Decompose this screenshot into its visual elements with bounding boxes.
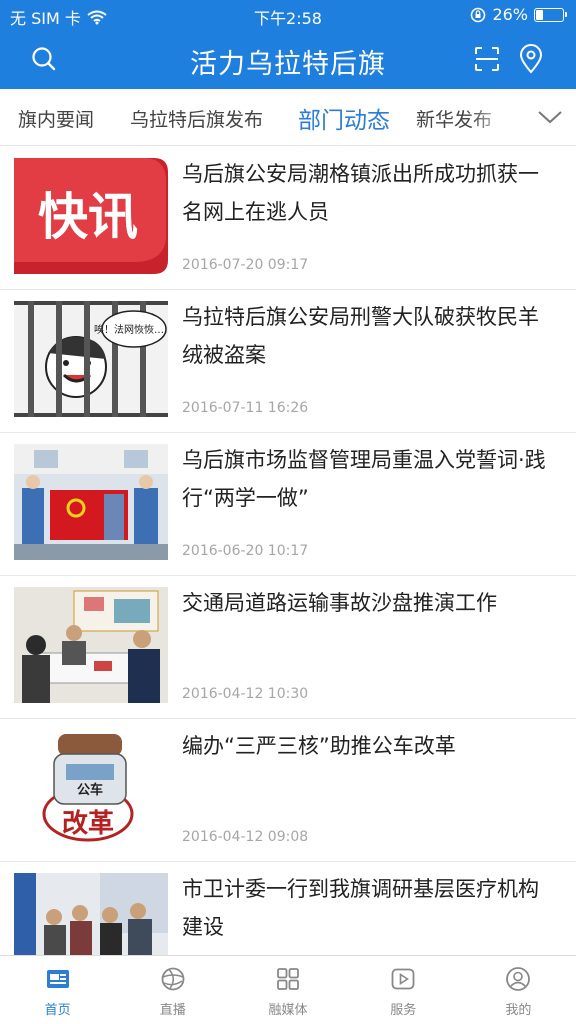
news-item[interactable]: 快讯 乌后旗公安局潮格镇派出所成功抓获一名网上在逃人员 2016-07-20 0… <box>0 147 576 290</box>
news-date: 2016-06-20 10:17 <box>182 543 309 559</box>
status-bar: 无 SIM 卡 下午2:58 26% <box>0 0 576 30</box>
news-title[interactable]: 乌拉特后旗公安局刑警大队破获牧民羊绒被盗案 <box>182 298 554 374</box>
scan-icon <box>475 47 499 71</box>
news-title[interactable]: 交通局道路运输事故沙盘推演工作 <box>182 584 554 622</box>
news-thumbnail <box>14 444 168 560</box>
nav-media[interactable]: 融媒体 <box>230 956 345 1024</box>
news-title[interactable]: 市卫计委一行到我旗调研基层医疗机构建设 <box>182 870 554 946</box>
nav-live[interactable]: 直播 <box>115 956 230 1024</box>
news-item[interactable]: 唉！法网恢恢…… 乌拉特后旗公安局刑警大队破获牧民羊绒被盗案 2016-07-1… <box>0 290 576 433</box>
scan-button[interactable] <box>472 44 502 74</box>
location-pin-icon <box>519 44 543 74</box>
thumbnail-reform-text: 改革 <box>62 808 114 839</box>
nav-services[interactable]: 服务 <box>346 956 461 1024</box>
tab-county-release[interactable]: 乌拉特后旗发布 <box>130 105 263 132</box>
more-tabs-button[interactable] <box>524 89 576 145</box>
nav-label: 服务 <box>390 1003 417 1018</box>
grid-icon <box>277 968 299 990</box>
thumbnail-speech-text: 唉！法网恢恢…… <box>94 323 168 336</box>
title-bar: 活力乌拉特后旗 <box>0 30 576 89</box>
news-title[interactable]: 乌后旗市场监督管理局重温入党誓词·践行“两学一做” <box>182 441 554 517</box>
news-list: 快讯 乌后旗公安局潮格镇派出所成功抓获一名网上在逃人员 2016-07-20 0… <box>0 147 576 955</box>
battery-percent: 26% <box>492 5 528 24</box>
bottom-nav: 首页 直播 融媒体 服务 我的 <box>0 955 576 1024</box>
app-screen: 无 SIM 卡 下午2:58 26% 活力乌拉特后旗 旗内要闻 乌拉特后旗发布 … <box>0 0 576 1024</box>
nav-label: 融媒体 <box>268 1003 308 1018</box>
home-news-icon <box>46 970 69 988</box>
news-date: 2016-04-12 09:08 <box>182 829 309 845</box>
nav-home[interactable]: 首页 <box>0 956 115 1024</box>
rotation-lock-icon <box>471 7 486 22</box>
news-date: 2016-07-11 16:26 <box>182 400 309 416</box>
news-item[interactable]: 乌后旗市场监督管理局重温入党誓词·践行“两学一做” 2016-06-20 10:… <box>0 433 576 576</box>
news-date: 2016-04-12 10:30 <box>182 686 309 702</box>
news-title[interactable]: 编办“三严三核”助推公车改革 <box>182 727 554 765</box>
news-item[interactable]: 公车 改革 编办“三严三核”助推公车改革 2016-04-12 09:08 <box>0 719 576 862</box>
news-thumbnail <box>14 873 168 955</box>
battery-icon <box>534 7 567 22</box>
news-thumbnail: 唉！法网恢恢…… <box>14 301 168 417</box>
thumbnail-car-text: 公车 <box>77 782 103 798</box>
tab-department-news[interactable]: 部门动态 <box>298 101 390 135</box>
news-thumbnail: 快讯 <box>14 158 168 274</box>
news-thumbnail <box>14 587 168 703</box>
news-title[interactable]: 乌后旗公安局潮格镇派出所成功抓获一名网上在逃人员 <box>182 155 554 231</box>
user-icon <box>506 967 531 991</box>
app-header: 无 SIM 卡 下午2:58 26% 活力乌拉特后旗 <box>0 0 576 89</box>
nav-label: 我的 <box>505 1003 532 1018</box>
nav-label: 首页 <box>44 1003 71 1018</box>
nav-profile[interactable]: 我的 <box>461 956 576 1024</box>
play-icon <box>391 968 415 990</box>
location-button[interactable] <box>516 44 546 74</box>
globe-icon <box>161 967 185 991</box>
news-item[interactable]: 交通局道路运输事故沙盘推演工作 2016-04-12 10:30 <box>0 576 576 719</box>
news-thumbnail: 公车 改革 <box>14 730 168 846</box>
nav-label: 直播 <box>159 1003 186 1018</box>
news-date: 2016-07-20 09:17 <box>182 257 309 273</box>
chevron-down-icon <box>538 111 562 124</box>
category-tabs: 旗内要闻 乌拉特后旗发布 部门动态 新华发布 <box>0 89 576 146</box>
thumbnail-flash-text: 快讯 <box>38 188 138 246</box>
news-item[interactable]: 市卫计委一行到我旗调研基层医疗机构建设 <box>0 862 576 955</box>
tab-local-news[interactable]: 旗内要闻 <box>18 105 94 132</box>
